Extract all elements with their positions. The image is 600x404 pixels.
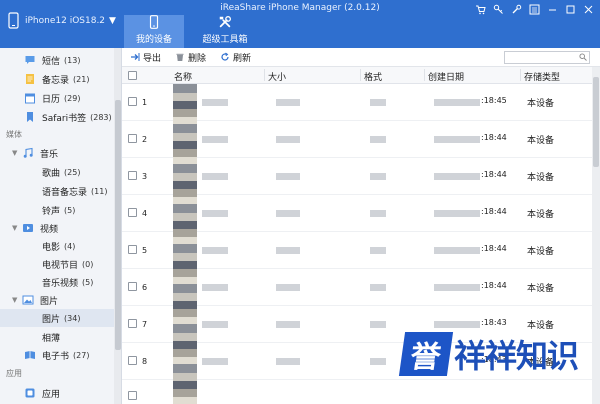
tab-super-toolkit[interactable]: 超级工具箱 [196,15,254,48]
table-scrollbar-thumb[interactable] [593,77,599,167]
row-checkbox[interactable] [128,282,137,291]
select-all-checkbox[interactable] [128,71,137,80]
ebook-icon [25,351,35,359]
row-checkbox[interactable] [128,171,137,180]
sidebar-item-safari-bookmarks[interactable]: Safari书签 (283) [0,108,112,126]
column-created-date[interactable]: 创建日期 [428,70,464,83]
sidebar-item-apps[interactable]: 应用 [0,384,112,402]
tab-super-toolkit-label: 超级工具箱 [202,35,248,45]
sidebar-scrollbar-thumb[interactable] [115,100,121,350]
window-controls [475,4,594,15]
delete-button[interactable]: 删除 [175,51,206,64]
watermark-badge: 誉 [398,332,454,376]
tab-my-device[interactable]: 我的设备 [124,15,184,48]
row-checkbox[interactable] [128,134,137,143]
sidebar-item-video[interactable]: ▼ 视频 [0,219,112,237]
refresh-button[interactable]: 刷新 [220,51,251,64]
maximize-icon[interactable] [565,4,576,15]
search-input[interactable] [504,51,590,64]
section-media: 媒体 [6,130,22,139]
sidebar-item-sms[interactable]: 短信 (13) [0,51,112,69]
watermark-logo: 誉 祥祥知识 [398,328,579,380]
table-scrollbar[interactable] [592,67,600,404]
caret-down-icon[interactable]: ▼ [12,149,22,157]
row-checkbox[interactable] [128,319,137,328]
section-apps: 应用 [6,369,22,378]
menu-icon[interactable] [529,4,540,15]
chevron-down-icon: ▼ [109,15,116,26]
video-icon [23,224,33,232]
table-header: 名称 大小 格式 创建日期 存储类型 [122,67,592,84]
blurred-filename [202,99,228,106]
bookmark-icon [27,112,33,122]
row-checkbox[interactable] [128,391,137,400]
apps-icon [25,388,35,398]
sidebar-item-ebooks[interactable]: 电子书 (27) [0,346,112,364]
blurred-date [434,99,480,106]
row-checkbox[interactable] [128,208,137,217]
tab-my-device-label: 我的设备 [135,35,172,45]
sidebar-item-songs[interactable]: 歌曲 (25) [0,163,112,181]
caret-down-icon[interactable]: ▼ [12,296,22,304]
sidebar-item-calendar[interactable]: 日历 (29) [0,89,112,107]
sidebar-item-photos[interactable]: 图片 (34) [0,309,114,327]
phone-icon [149,15,159,29]
calendar-icon [25,93,35,104]
sms-icon [25,56,35,64]
blurred-format [370,99,386,106]
device-label: iPhone12 iOS18.2 [25,15,106,26]
sidebar: 短信 (13) 备忘录 (21) 日历 (29) Safari书签 (283) 媒体 ▼… [0,48,122,404]
blurred-size [276,99,300,106]
trash-icon [176,53,184,61]
watermark-text: 祥祥知识 [453,337,579,375]
sidebar-item-albums[interactable]: 相薄 [0,328,112,346]
row-checkbox[interactable] [128,245,137,254]
sidebar-item-music-videos[interactable]: 音乐视频 (5) [0,273,112,291]
column-storage-type[interactable]: 存储类型 [524,70,560,83]
export-button[interactable]: 导出 [130,51,161,64]
export-icon [131,53,140,61]
row-checkbox[interactable] [128,356,137,365]
cart-icon[interactable] [475,4,486,15]
picture-icon [22,295,34,305]
notes-icon [26,74,34,84]
device-selector[interactable]: iPhone12 iOS18.2 ▼ [8,12,116,29]
phone-icon [8,12,19,29]
sidebar-item-tv-shows[interactable]: 电视节目 (0) [0,255,112,273]
pixelated-thumbnails [173,84,197,404]
column-size[interactable]: 大小 [268,70,286,83]
sidebar-item-movies[interactable]: 电影 (4) [0,237,112,255]
refresh-icon [221,52,229,61]
sidebar-item-voice-memos[interactable]: 语音备忘录 (11) [0,182,112,200]
title-bar: iReaShare iPhone Manager (2.0.12) iPhone… [0,0,600,48]
sidebar-item-ringtones[interactable]: 铃声 (5) [0,201,112,219]
column-format[interactable]: 格式 [364,70,382,83]
key-icon[interactable] [493,4,504,15]
music-icon [23,147,33,158]
toolbar: 导出 删除 刷新 [122,48,600,67]
caret-down-icon[interactable]: ▼ [12,224,22,232]
sidebar-item-pictures[interactable]: ▼ 图片 [0,291,112,309]
minimize-icon[interactable] [547,4,558,15]
sidebar-scrollbar[interactable] [114,48,121,404]
close-icon[interactable] [583,4,594,15]
row-checkbox[interactable] [128,97,137,106]
wrench-icon[interactable] [511,4,522,15]
column-name[interactable]: 名称 [174,70,192,83]
sidebar-item-notes[interactable]: 备忘录 (21) [0,70,112,88]
tools-icon [219,16,231,28]
sidebar-item-music[interactable]: ▼ 音乐 [0,144,112,162]
search-icon[interactable] [579,53,587,61]
